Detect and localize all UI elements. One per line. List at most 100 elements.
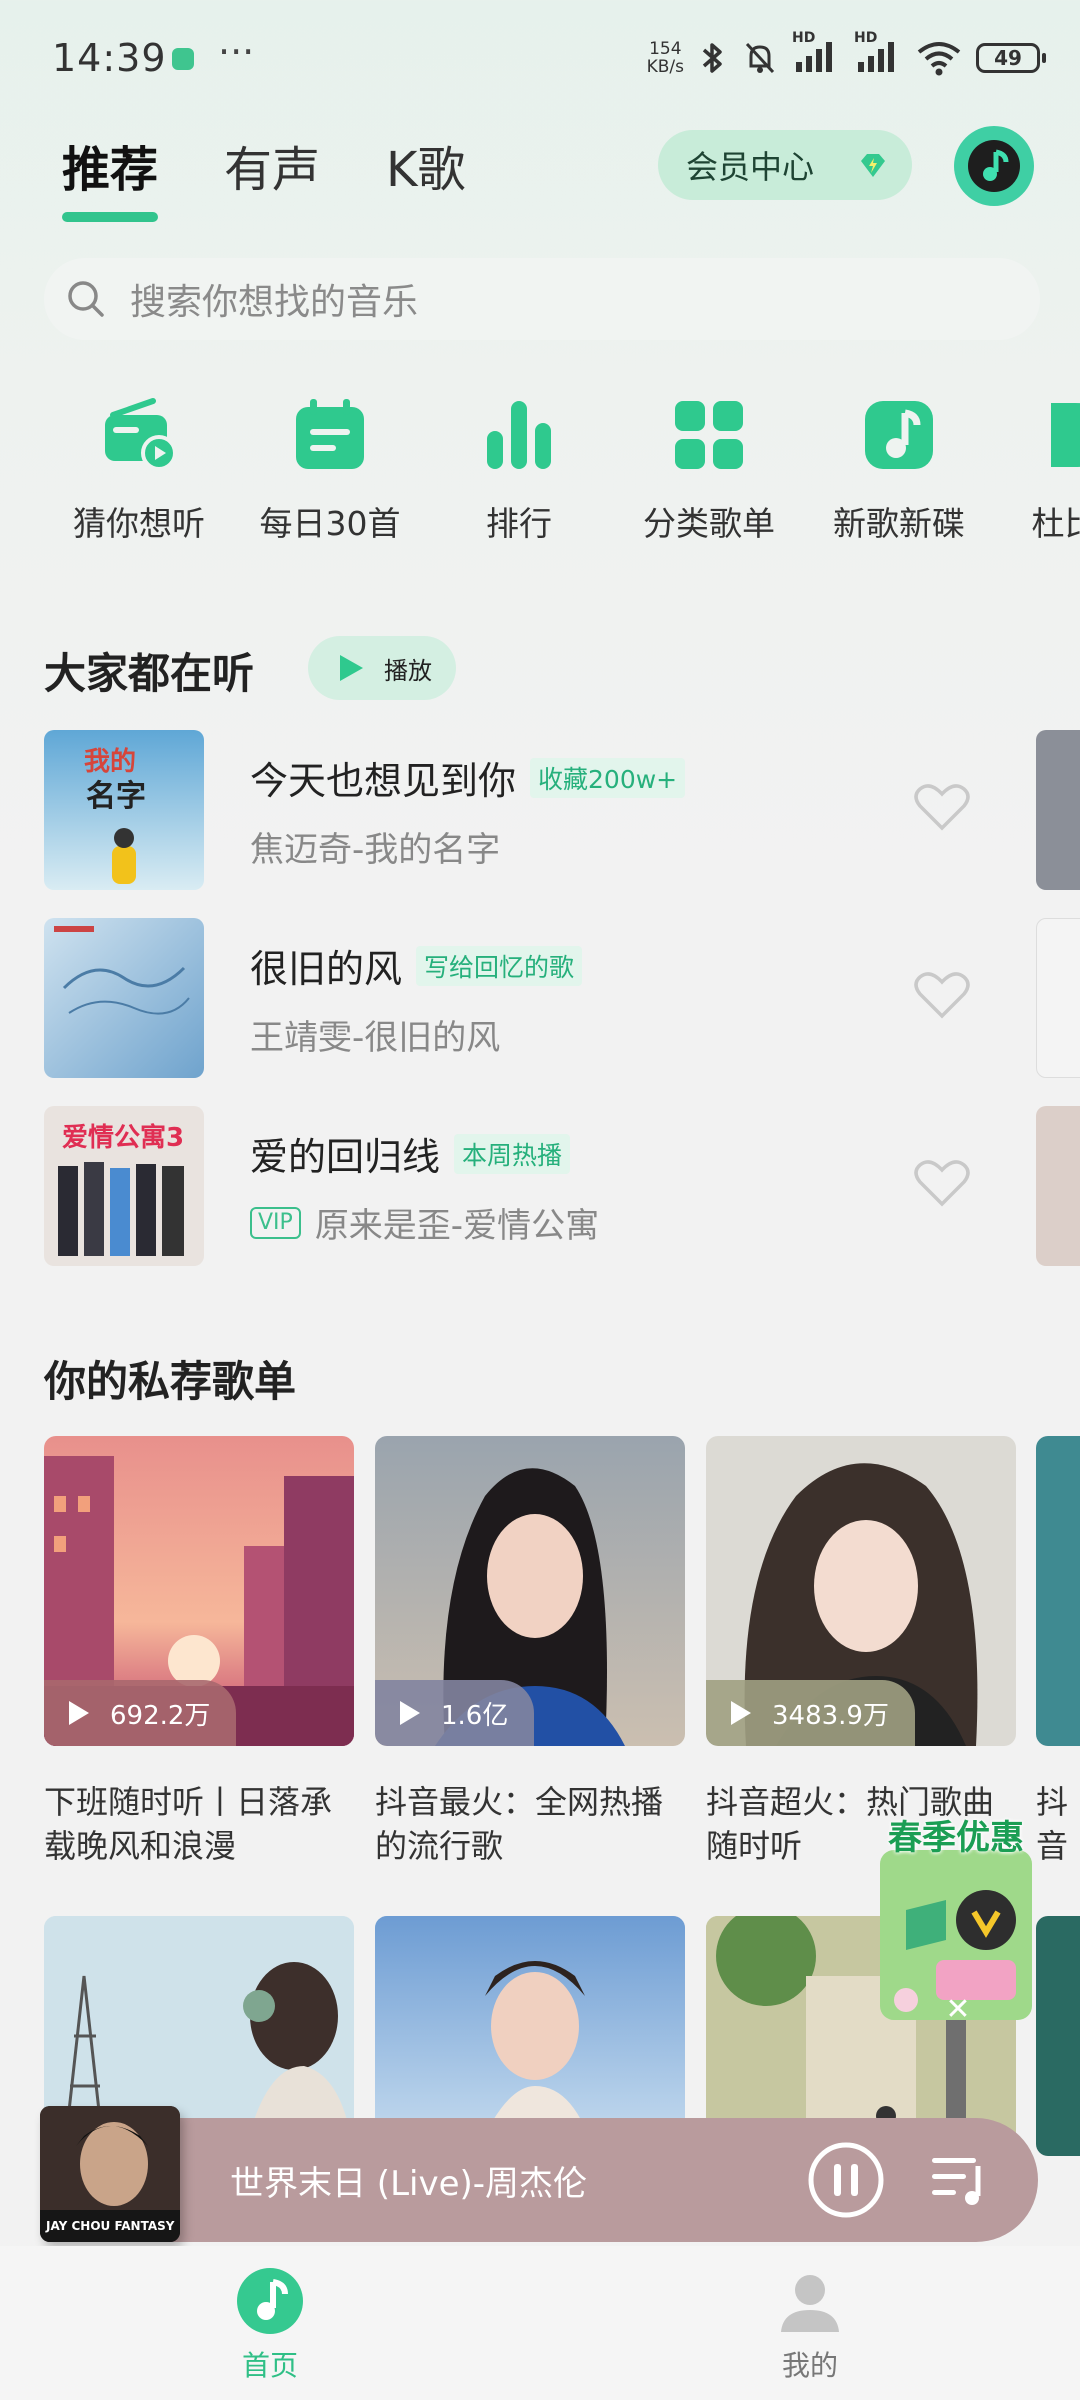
quick-nav-dolby[interactable]: 杜比全 xyxy=(996,395,1080,545)
playlist-cover-image: 1.6亿 xyxy=(375,1436,685,1746)
song-tag: 写给回忆的歌 xyxy=(416,945,583,986)
playlist-name: 下班随时听丨日落承载晚风和浪漫 xyxy=(44,1783,333,1865)
quick-nav-label: 新歌新碟 xyxy=(833,504,965,543)
song-title: 很旧的风 xyxy=(250,947,403,991)
playlist-card[interactable]: 1.6亿 抖音最火：全网热播的流行歌 xyxy=(375,1436,685,1868)
quick-nav-label: 杜比全 xyxy=(1031,504,1080,543)
vip-center-button[interactable]: 会员中心 xyxy=(658,130,912,200)
vip-badge: VIP xyxy=(250,1206,301,1239)
song-cover-image: 我的 名字 xyxy=(44,730,204,890)
calendar-icon xyxy=(296,399,364,469)
home-music-icon xyxy=(237,2268,303,2334)
network-speed-unit: KB/s xyxy=(646,57,684,77)
song-tag: 本周热播 xyxy=(454,1133,571,1174)
song-cover-image xyxy=(44,918,204,1078)
music-avatar-button[interactable] xyxy=(954,126,1034,206)
quick-nav-category[interactable]: 分类歌单 xyxy=(624,395,794,545)
section-title-playlists: 你的私荐歌单 xyxy=(44,1357,297,1406)
radio-icon xyxy=(105,398,177,471)
song-title-row: 很旧的风 写给回忆的歌 xyxy=(250,938,583,993)
bluetooth-icon xyxy=(702,43,722,73)
peek-card xyxy=(1036,730,1080,890)
play-count-badge: 692.2万 xyxy=(44,1680,237,1746)
search-input[interactable]: 搜索你想找的音乐 xyxy=(130,273,418,325)
heart-icon[interactable] xyxy=(914,1158,970,1208)
player-album-cover-text: JAY CHOU FANTASY xyxy=(45,2219,175,2233)
play-all-button[interactable]: 播放 xyxy=(308,636,456,700)
nav-mine-label: 我的 xyxy=(781,2349,838,2382)
signal-1: HD xyxy=(792,30,840,78)
section-title-popular: 大家都在听 xyxy=(44,649,255,698)
play-count-badge: 1.6亿 xyxy=(375,1680,535,1746)
playlist-card[interactable]: 3483.9万 抖音超火：热门歌曲随时听 xyxy=(706,1436,1016,1868)
playlist-name: 抖音沦陷 xyxy=(1036,1783,1069,1865)
playlist-cover-image xyxy=(1036,1436,1080,1746)
playlist-card-peek[interactable]: 抖音沦陷 xyxy=(1036,1436,1080,1868)
play-count: 1.6亿 xyxy=(441,1700,509,1731)
diamond-icon xyxy=(861,154,885,177)
song-sub-row: 王靖雯-很旧的风 xyxy=(250,1010,500,1059)
grid-icon xyxy=(675,401,743,469)
playlist-cover-image[interactable] xyxy=(1036,1916,1080,2156)
song-row[interactable]: 很旧的风 写给回忆的歌 王靖雯-很旧的风 xyxy=(44,918,1044,1078)
playlist-cover-image: 692.2万 xyxy=(44,1436,354,1746)
song-artist: 王靖雯-很旧的风 xyxy=(250,1018,501,1058)
song-title-row: 今天也想见到你 收藏200w+ xyxy=(250,750,686,805)
pause-icon[interactable] xyxy=(806,2140,886,2220)
nav-home-label: 首页 xyxy=(241,2349,298,2382)
song-row[interactable]: 爱情公寓3 爱的回归线 本周热播 VIP 原来是歪-爱情公寓 xyxy=(44,1106,1044,1266)
music-note-icon xyxy=(968,140,1020,192)
quick-nav-label: 分类歌单 xyxy=(643,504,775,543)
close-icon[interactable]: ✕ xyxy=(936,1988,980,2032)
song-title: 爱的回归线 xyxy=(250,1135,441,1179)
quick-nav-label: 猜你想听 xyxy=(73,504,205,543)
nav-mine[interactable]: 我的 xyxy=(730,2266,890,2384)
play-icon xyxy=(69,1701,89,1725)
song-sub-row: 焦迈奇-我的名字 xyxy=(250,822,500,871)
more-notifications-icon: ··· xyxy=(218,30,255,74)
quick-nav: 猜你想听 每日30首 排行 分类歌单 新歌新碟 杜比全 xyxy=(0,395,1080,565)
peek-card xyxy=(1036,918,1080,1078)
quick-nav-daily[interactable]: 每日30首 xyxy=(245,395,415,545)
song-row[interactable]: 我的 名字 今天也想见到你 收藏200w+ 焦迈奇-我的名字 xyxy=(44,730,1044,890)
battery-indicator: 49 xyxy=(976,43,1046,73)
quick-nav-new[interactable]: 新歌新碟 xyxy=(814,395,984,545)
play-icon xyxy=(340,655,363,681)
play-count: 3483.9万 xyxy=(772,1700,889,1731)
heart-icon[interactable] xyxy=(914,970,970,1020)
now-playing-title: 世界末日 (Live)-周杰伦 xyxy=(230,2164,588,2204)
search-icon xyxy=(68,281,104,317)
song-sub-row: VIP 原来是歪-爱情公寓 xyxy=(250,1198,599,1247)
chart-icon xyxy=(487,401,551,469)
signal-2: HD xyxy=(854,30,902,78)
playlist-card[interactable]: 692.2万 下班随时听丨日落承载晚风和浪漫 xyxy=(44,1436,354,1868)
status-bar: 14:39 ··· 154 KB/s HD HD 49 xyxy=(0,0,1080,120)
search-bar[interactable]: 搜索你想找的音乐 xyxy=(44,258,1040,340)
wifi-icon xyxy=(917,42,961,76)
play-all-label: 播放 xyxy=(384,656,432,685)
play-count: 692.2万 xyxy=(110,1700,211,1731)
player-album-cover: JAY CHOU FANTASY xyxy=(40,2106,180,2242)
tab-audio[interactable]: 有声 xyxy=(224,130,320,214)
mute-bell-icon xyxy=(745,42,775,74)
nav-home[interactable]: 首页 xyxy=(190,2266,350,2384)
playlist-cover-image: 3483.9万 xyxy=(706,1436,1016,1746)
song-artist: 焦迈奇-我的名字 xyxy=(250,830,501,870)
heart-icon[interactable] xyxy=(914,782,970,832)
svg-text:我的: 我的 xyxy=(84,746,136,777)
tab-karaoke[interactable]: K歌 xyxy=(386,130,465,214)
quick-nav-label: 每日30首 xyxy=(259,504,401,543)
quick-nav-guess[interactable]: 猜你想听 xyxy=(54,395,224,545)
song-title-row: 爱的回归线 本周热播 xyxy=(250,1126,571,1181)
bottom-nav: 首页 我的 xyxy=(0,2246,1080,2400)
quick-nav-chart[interactable]: 排行 xyxy=(434,395,604,545)
playlist-queue-icon[interactable] xyxy=(930,2152,990,2208)
app-notification-icon xyxy=(172,48,194,70)
play-icon xyxy=(731,1701,751,1725)
svg-text:爱情公寓3: 爱情公寓3 xyxy=(62,1122,184,1153)
svg-text:名字: 名字 xyxy=(86,779,146,814)
tab-recommend[interactable]: 推荐 xyxy=(62,130,159,222)
profile-icon xyxy=(781,2275,839,2332)
song-title: 今天也想见到你 xyxy=(250,759,517,803)
song-tag: 收藏200w+ xyxy=(530,757,686,798)
